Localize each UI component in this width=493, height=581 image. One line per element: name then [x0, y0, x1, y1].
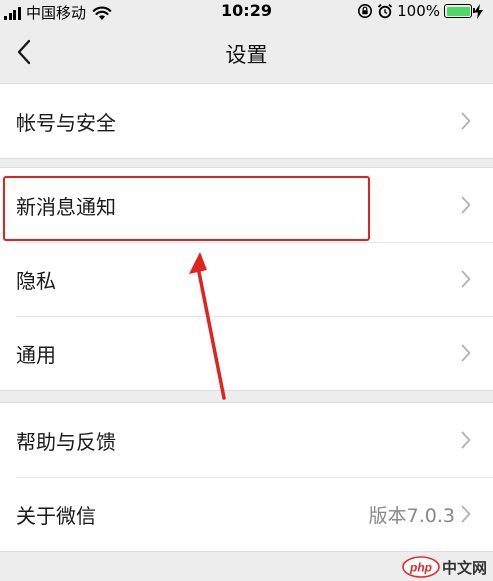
settings-item-label: 隐私 — [16, 268, 56, 293]
watermark-text: 中文网 — [441, 558, 487, 577]
php-logo-icon: php — [402, 556, 440, 578]
settings-item-label: 帮助与反馈 — [16, 429, 116, 454]
alarm-icon — [377, 3, 393, 19]
settings-item-general[interactable]: 通用 — [0, 316, 493, 390]
settings-item-label: 关于微信 — [16, 503, 96, 528]
chevron-right-icon — [461, 196, 471, 214]
chevron-right-icon — [461, 431, 471, 449]
settings-item-label: 新消息通知 — [16, 194, 116, 219]
settings-group-about: 帮助与反馈 关于微信 版本7.0.3 — [0, 402, 493, 552]
settings-group-account: 帐号与安全 — [0, 83, 493, 159]
version-value: 版本7.0.3 — [368, 504, 455, 527]
settings-item-label: 通用 — [16, 342, 56, 367]
battery-percent: 100% — [397, 2, 440, 20]
nav-bar: 设置 — [0, 22, 493, 82]
settings-item-help-feedback[interactable]: 帮助与反馈 — [0, 403, 493, 477]
status-bar-right: 100% — [357, 2, 487, 20]
watermark: php 中文网 — [402, 556, 487, 578]
chevron-right-icon — [461, 112, 471, 130]
settings-item-privacy[interactable]: 隐私 — [0, 242, 493, 316]
status-bar: 中国移动 10:29 100% — [0, 0, 493, 22]
settings-item-account-security[interactable]: 帐号与安全 — [0, 84, 493, 158]
charging-bolt-icon — [474, 3, 483, 19]
chevron-right-icon — [461, 270, 471, 288]
screen: 中国移动 10:29 100% 设置 帐号与安全 新消息通知 隐私 通用 帮助与… — [0, 0, 493, 581]
battery-icon — [444, 4, 475, 18]
settings-group-general: 新消息通知 隐私 通用 — [0, 167, 493, 391]
watermark-logo-text: php — [409, 561, 432, 575]
page-title: 设置 — [225, 43, 268, 67]
chevron-right-icon — [461, 344, 471, 362]
chevron-right-icon — [461, 505, 471, 523]
rotation-lock-icon — [358, 4, 373, 18]
settings-item-label: 帐号与安全 — [16, 110, 116, 135]
battery-fill — [446, 6, 470, 16]
settings-item-new-message-notification[interactable]: 新消息通知 — [0, 168, 493, 242]
settings-item-about-wechat[interactable]: 关于微信 版本7.0.3 — [0, 477, 493, 551]
